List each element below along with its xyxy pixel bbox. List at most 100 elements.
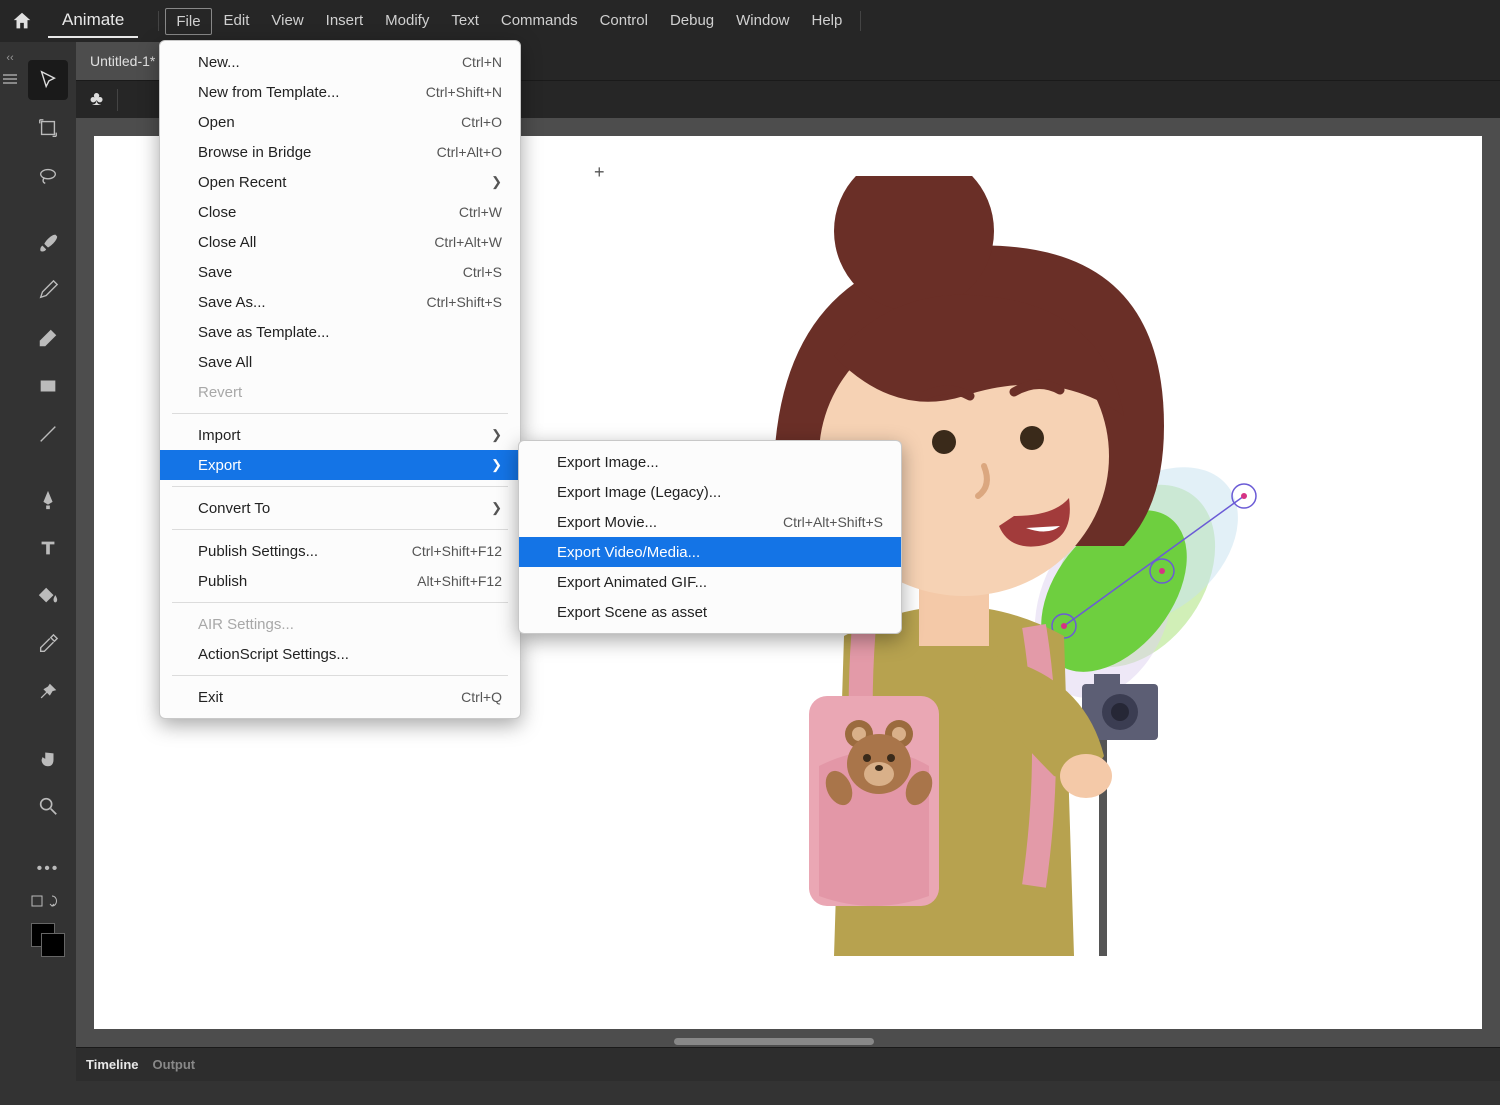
file-menu-item-exit[interactable]: Exit Ctrl+Q bbox=[160, 682, 520, 712]
export-menu-item-export-image[interactable]: Export Image... bbox=[519, 447, 901, 477]
menu-text[interactable]: Text bbox=[441, 8, 489, 35]
export-menu-item-export-scene-as-asset[interactable]: Export Scene as asset bbox=[519, 597, 901, 627]
menu-item-label: Close All bbox=[198, 234, 256, 251]
menu-item-label: Open bbox=[198, 114, 235, 131]
scene-icon[interactable]: ♣ bbox=[90, 88, 103, 111]
file-menu-item-import[interactable]: Import❯ bbox=[160, 420, 520, 450]
line-tool[interactable] bbox=[28, 414, 68, 454]
file-menu-item-close[interactable]: CloseCtrl+W bbox=[160, 197, 520, 227]
file-menu-item-new-from-template[interactable]: New from Template... Ctrl+Shift+N bbox=[160, 77, 520, 107]
menu-view[interactable]: View bbox=[261, 8, 313, 35]
menu-item-label: Close bbox=[198, 204, 236, 221]
hamburger-icon[interactable] bbox=[3, 78, 17, 80]
file-menu-item-new[interactable]: New...Ctrl+N bbox=[160, 47, 520, 77]
menu-item-shortcut: Ctrl+Q bbox=[461, 689, 502, 705]
menu-item-label: Export Animated GIF... bbox=[557, 574, 707, 591]
free-transform-tool[interactable] bbox=[28, 108, 68, 148]
menu-item-label: Export Image... bbox=[557, 454, 659, 471]
horizontal-scrollbar[interactable] bbox=[674, 1038, 874, 1045]
menu-item-label: Save bbox=[198, 264, 232, 281]
file-menu-item-save-as-template[interactable]: Save as Template... bbox=[160, 317, 520, 347]
file-menu-item-actionscript-settings[interactable]: ActionScript Settings... bbox=[160, 639, 520, 669]
file-menu-item-publish[interactable]: PublishAlt+Shift+F12 bbox=[160, 566, 520, 596]
stroke-color-swatch[interactable] bbox=[41, 933, 65, 957]
menu-item-label: Convert To bbox=[198, 500, 270, 517]
menu-file[interactable]: File bbox=[165, 8, 211, 35]
toolbox: ••• bbox=[20, 42, 76, 1105]
file-menu-item-save-all[interactable]: Save All bbox=[160, 347, 520, 377]
menu-insert[interactable]: Insert bbox=[316, 8, 374, 35]
separator bbox=[158, 11, 159, 31]
menu-edit[interactable]: Edit bbox=[214, 8, 260, 35]
timeline-panel[interactable] bbox=[76, 1081, 1500, 1105]
tab-output[interactable]: Output bbox=[153, 1057, 196, 1072]
menu-item-shortcut: Ctrl+Alt+O bbox=[437, 144, 502, 160]
menu-commands[interactable]: Commands bbox=[491, 8, 588, 35]
menu-item-label: Publish Settings... bbox=[198, 543, 318, 560]
file-menu-item-browse-in-bridge[interactable]: Browse in BridgeCtrl+Alt+O bbox=[160, 137, 520, 167]
menu-item-shortcut: Ctrl+O bbox=[461, 114, 502, 130]
tab-timeline[interactable]: Timeline bbox=[86, 1057, 139, 1072]
menu-separator bbox=[172, 675, 508, 676]
file-menu-item-save-as[interactable]: Save As... Ctrl+Shift+S bbox=[160, 287, 520, 317]
home-icon[interactable] bbox=[8, 7, 36, 35]
file-menu-item-open[interactable]: Open Ctrl+O bbox=[160, 107, 520, 137]
brush-tool[interactable] bbox=[28, 222, 68, 262]
menubar-items: File Edit View Insert Modify Text Comman… bbox=[165, 8, 852, 35]
menu-item-label: Save All bbox=[198, 354, 252, 371]
eyedropper-tool[interactable] bbox=[28, 624, 68, 664]
chevron-right-icon: ❯ bbox=[491, 174, 502, 190]
swap-colors-icon[interactable] bbox=[28, 892, 68, 910]
menu-item-label: New from Template... bbox=[198, 84, 339, 101]
export-menu-item-export-animated-gif[interactable]: Export Animated GIF... bbox=[519, 567, 901, 597]
pin-tool[interactable] bbox=[28, 672, 68, 712]
menu-item-shortcut: Ctrl+Alt+W bbox=[434, 234, 502, 250]
export-menu-item-export-video-media[interactable]: Export Video/Media... bbox=[519, 537, 901, 567]
file-menu-item-close-all[interactable]: Close All Ctrl+Alt+W bbox=[160, 227, 520, 257]
menu-item-label: Publish bbox=[198, 573, 247, 590]
menu-help[interactable]: Help bbox=[802, 8, 853, 35]
zoom-tool[interactable] bbox=[28, 786, 68, 826]
chevron-right-icon: ❯ bbox=[491, 457, 502, 473]
menu-item-label: Export Video/Media... bbox=[557, 544, 700, 561]
menu-item-shortcut: Ctrl+Shift+N bbox=[426, 84, 502, 100]
selection-tool[interactable] bbox=[28, 60, 68, 100]
menu-item-label: Open Recent bbox=[198, 174, 286, 191]
more-tools-icon[interactable]: ••• bbox=[37, 860, 60, 878]
menu-control[interactable]: Control bbox=[590, 8, 658, 35]
menu-item-label: New... bbox=[198, 54, 240, 71]
menu-item-shortcut: Ctrl+Alt+Shift+S bbox=[783, 514, 883, 530]
chevron-left-icon[interactable]: ‹‹ bbox=[6, 52, 13, 64]
export-menu-item-export-image-legacy[interactable]: Export Image (Legacy)... bbox=[519, 477, 901, 507]
file-menu-item-convert-to[interactable]: Convert To❯ bbox=[160, 493, 520, 523]
menu-item-label: Import bbox=[198, 427, 241, 444]
file-menu-item-open-recent[interactable]: Open Recent ❯ bbox=[160, 167, 520, 197]
export-menu-item-export-movie[interactable]: Export Movie... Ctrl+Alt+Shift+S bbox=[519, 507, 901, 537]
menu-modify[interactable]: Modify bbox=[375, 8, 439, 35]
menu-window[interactable]: Window bbox=[726, 8, 799, 35]
pen-tool[interactable] bbox=[28, 480, 68, 520]
lasso-tool[interactable] bbox=[28, 156, 68, 196]
menu-item-shortcut: Ctrl+Shift+S bbox=[427, 294, 502, 310]
file-menu-item-export[interactable]: Export❯ bbox=[160, 450, 520, 480]
menu-debug[interactable]: Debug bbox=[660, 8, 724, 35]
menu-item-label: Save As... bbox=[198, 294, 266, 311]
panel-collapse-gutter[interactable]: ‹‹ bbox=[0, 42, 20, 1105]
pencil-tool[interactable] bbox=[28, 270, 68, 310]
hand-tool[interactable] bbox=[28, 738, 68, 778]
menu-item-label: ActionScript Settings... bbox=[198, 646, 349, 663]
export-submenu: Export Image... Export Image (Legacy)... E… bbox=[518, 440, 902, 634]
rectangle-tool[interactable] bbox=[28, 366, 68, 406]
menu-item-label: Export Image (Legacy)... bbox=[557, 484, 721, 501]
menu-item-label: Exit bbox=[198, 689, 223, 706]
menu-item-label: Export Movie... bbox=[557, 514, 657, 531]
text-tool[interactable] bbox=[28, 528, 68, 568]
menu-separator bbox=[172, 413, 508, 414]
menu-item-label: Save as Template... bbox=[198, 324, 329, 341]
document-tab[interactable]: Untitled-1* bbox=[76, 42, 169, 80]
file-menu-item-save[interactable]: SaveCtrl+S bbox=[160, 257, 520, 287]
menu-separator bbox=[172, 529, 508, 530]
file-menu-item-publish-settings[interactable]: Publish Settings...Ctrl+Shift+F12 bbox=[160, 536, 520, 566]
paint-bucket-tool[interactable] bbox=[28, 576, 68, 616]
eraser-tool[interactable] bbox=[28, 318, 68, 358]
